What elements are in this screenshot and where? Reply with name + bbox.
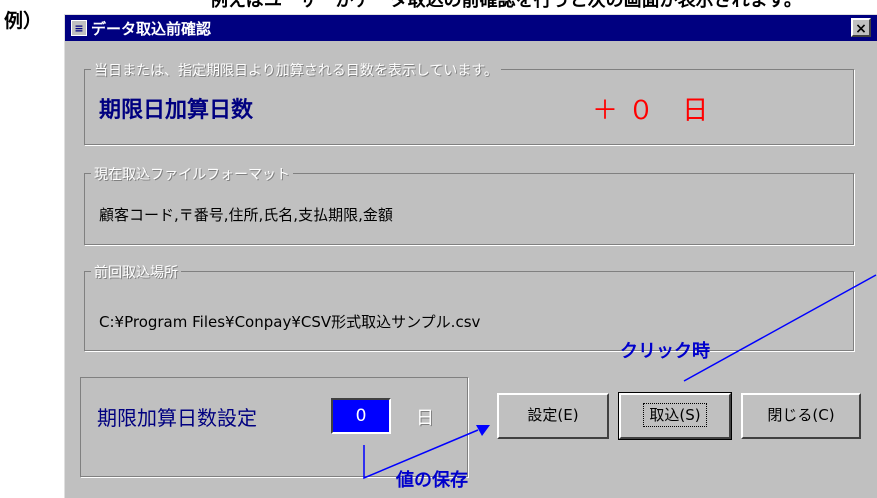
annotation-click: クリック時 <box>620 341 710 362</box>
annotation-lines <box>363 274 877 480</box>
annotation-save: 値の保存 <box>396 470 468 491</box>
